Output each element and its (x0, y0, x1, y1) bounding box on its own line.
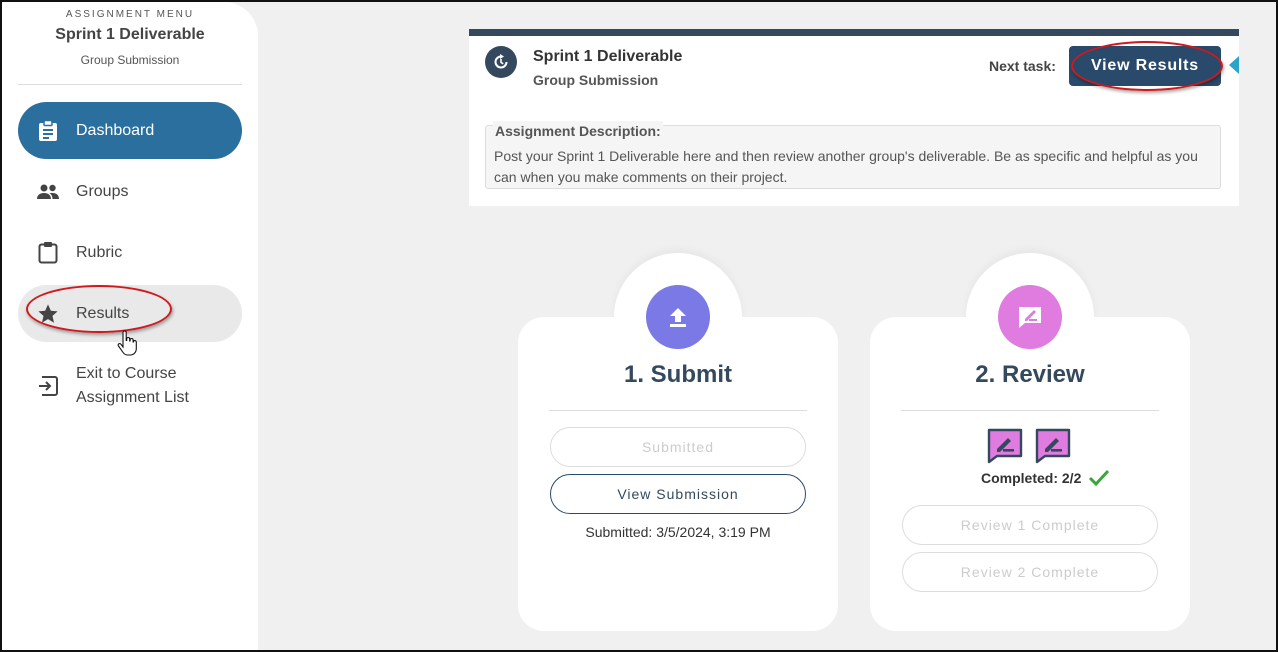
clipboard-text-icon (36, 119, 60, 143)
review-step-card: 2. Review Completed: 2/2 Review 1 Comple… (870, 285, 1190, 631)
review-divider (901, 410, 1159, 411)
sidebar-item-rubric[interactable]: Rubric (18, 224, 242, 281)
sidebar-item-label: Exit to Course Assignment List (76, 365, 189, 406)
sidebar-title: Sprint 1 Deliverable (55, 26, 205, 43)
assignment-subtitle: Group Submission (533, 72, 659, 88)
sidebar-subtitle: Group Submission (80, 53, 180, 67)
review-comment-icon (998, 285, 1062, 349)
sidebar-item-label: Groups (76, 182, 129, 200)
sidebar-divider (18, 84, 242, 85)
sidebar-item-label: Dashboard (76, 121, 155, 139)
assignment-description: Post your Sprint 1 Deliverable here and … (494, 148, 1198, 185)
assignment-description-box: Assignment Description: Post your Sprint… (485, 121, 1221, 189)
submit-step-card: 1. Submit Submitted View Submission Subm… (518, 285, 838, 631)
description-label: Assignment Description: (493, 121, 663, 142)
exit-icon (36, 374, 60, 398)
menu-label: ASSIGNMENT MENU (65, 9, 195, 20)
check-icon (1088, 469, 1110, 492)
app-window: ASSIGNMENT MENU Sprint 1 Deliverable Gro… (0, 0, 1278, 652)
assignment-status-icon (485, 46, 517, 78)
upload-icon (646, 285, 710, 349)
assignment-title: Sprint 1 Deliverable (533, 48, 683, 65)
sidebar-item-label: Rubric (76, 243, 123, 261)
assignment-header-card: Sprint 1 Deliverable Group Submission Ne… (469, 29, 1239, 206)
view-submission-button[interactable]: View Submission (550, 474, 806, 514)
sidebar-item-groups[interactable]: Groups (18, 163, 242, 220)
review-completed-count: Completed: 2/2 (981, 470, 1082, 486)
hand-cursor-icon (116, 330, 138, 361)
assignment-sidebar: ASSIGNMENT MENU Sprint 1 Deliverable Gro… (2, 2, 258, 650)
people-icon (36, 180, 60, 204)
submit-step-title: 1. Submit (623, 361, 732, 388)
pointer-triangle-icon (1229, 56, 1239, 74)
sidebar-item-label: Results (76, 304, 130, 322)
completed-review-icon (987, 428, 1023, 469)
next-task-label: Next task: (989, 58, 1056, 74)
submit-divider (549, 410, 807, 411)
review-2-complete-button: Review 2 Complete (902, 552, 1158, 592)
view-results-button[interactable]: View Results (1069, 46, 1221, 86)
clipboard-icon (36, 241, 60, 265)
submitted-status-button: Submitted (550, 427, 806, 467)
sidebar-item-dashboard[interactable]: Dashboard (18, 102, 242, 159)
star-icon (36, 302, 60, 326)
review-step-title: 2. Review (975, 361, 1085, 388)
review-1-complete-button: Review 1 Complete (902, 505, 1158, 545)
completed-review-icon (1035, 428, 1071, 469)
sidebar-item-exit[interactable]: Exit to Course Assignment List (18, 354, 242, 418)
submitted-timestamp: Submitted: 3/5/2024, 3:19 PM (585, 524, 771, 540)
